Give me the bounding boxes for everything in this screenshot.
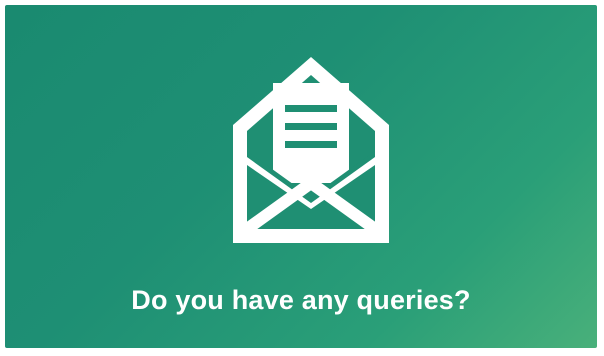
- open-envelope-icon: [227, 47, 395, 247]
- queries-card[interactable]: Do you have any queries?: [5, 5, 597, 348]
- queries-caption: Do you have any queries?: [131, 285, 471, 315]
